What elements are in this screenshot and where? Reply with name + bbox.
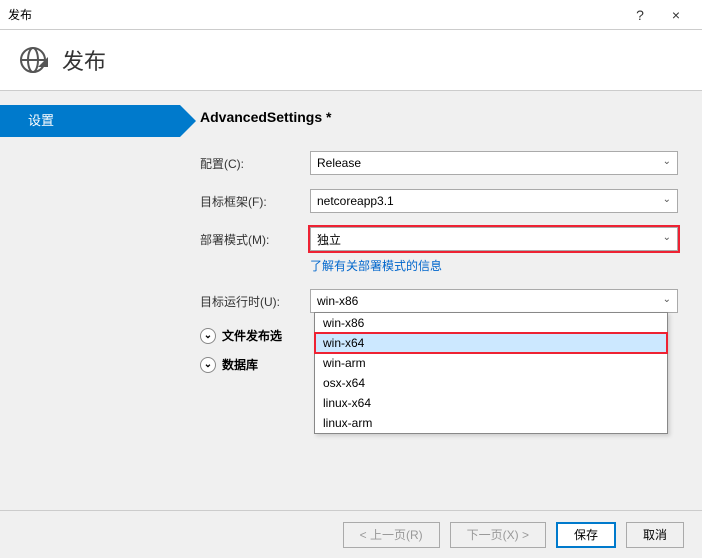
framework-value: netcoreapp3.1 <box>317 194 394 208</box>
framework-label: 目标框架(F): <box>200 193 310 210</box>
runtime-option[interactable]: osx-x64 <box>315 373 667 393</box>
chevron-down-icon: ⌄ <box>663 294 671 305</box>
chevron-down-icon: ⌄ <box>663 232 671 243</box>
deploy-mode-select[interactable]: 独立 ⌄ <box>310 227 678 251</box>
deploy-label: 部署模式(M): <box>200 231 310 248</box>
runtime-select[interactable]: win-x86 ⌄ <box>310 289 678 313</box>
chevron-down-icon: ⌄ <box>663 194 671 205</box>
window-title: 发布 <box>8 6 622 23</box>
runtime-option[interactable]: win-x64 <box>315 333 667 353</box>
header-title: 发布 <box>62 44 106 76</box>
config-label: 配置(C): <box>200 155 310 172</box>
runtime-option[interactable]: win-arm <box>315 353 667 373</box>
close-button[interactable]: × <box>658 7 694 23</box>
expander-db-label: 数据库 <box>222 356 258 373</box>
runtime-option[interactable]: linux-arm <box>315 413 667 433</box>
globe-publish-icon <box>18 45 48 75</box>
next-button: 下一页(X) > <box>450 522 546 548</box>
main-panel: AdvancedSettings * 配置(C): Release ⌄ 目标框架… <box>180 91 702 531</box>
deploy-help-link[interactable]: 了解有关部署模式的信息 <box>310 259 442 273</box>
prev-button: < 上一页(R) <box>343 522 440 548</box>
step-settings[interactable]: 设置 <box>0 105 180 137</box>
expander-file-label: 文件发布选 <box>222 327 282 344</box>
deploy-value: 独立 <box>317 231 341 248</box>
runtime-option[interactable]: linux-x64 <box>315 393 667 413</box>
footer: < 上一页(R) 下一页(X) > 保存 取消 <box>0 510 702 558</box>
runtime-option[interactable]: win-x86 <box>315 313 667 333</box>
titlebar: 发布 ? × <box>0 0 702 30</box>
framework-select[interactable]: netcoreapp3.1 ⌄ <box>310 189 678 213</box>
header: 发布 <box>0 30 702 91</box>
runtime-value: win-x86 <box>317 294 358 308</box>
chevron-down-icon: ⌄ <box>663 156 671 167</box>
save-button[interactable]: 保存 <box>556 522 616 548</box>
config-value: Release <box>317 156 361 170</box>
section-title: AdvancedSettings * <box>200 109 678 125</box>
config-select[interactable]: Release ⌄ <box>310 151 678 175</box>
sidebar: 设置 <box>0 91 180 531</box>
chevron-down-icon: ⌄ <box>200 357 216 373</box>
runtime-label: 目标运行时(U): <box>200 293 310 310</box>
cancel-button[interactable]: 取消 <box>626 522 684 548</box>
help-button[interactable]: ? <box>622 7 658 23</box>
runtime-dropdown[interactable]: win-x86win-x64win-armosx-x64linux-x64lin… <box>314 312 668 434</box>
chevron-down-icon: ⌄ <box>200 328 216 344</box>
